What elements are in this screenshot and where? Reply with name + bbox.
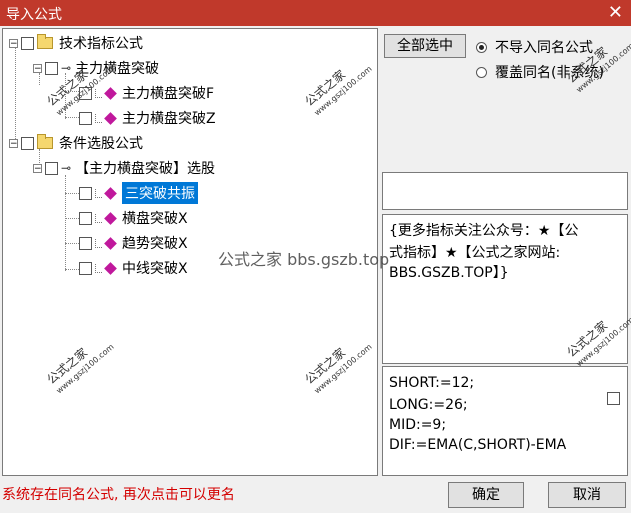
formula-icon — [104, 111, 117, 125]
window-title: 导入公式 — [6, 7, 62, 23]
tree-node-label: 主力横盘突破Z — [122, 111, 216, 127]
checkbox[interactable] — [79, 111, 92, 125]
checkbox[interactable] — [21, 136, 34, 150]
checkbox[interactable] — [79, 211, 92, 225]
folder-icon — [37, 134, 53, 149]
checkbox[interactable] — [79, 186, 92, 200]
collapse-icon[interactable]: − — [9, 138, 18, 148]
tree-node-trend-breakout[interactable]: 趋势突破X — [79, 233, 188, 253]
name-input[interactable] — [382, 172, 628, 210]
branch-icon — [95, 263, 102, 273]
info-line: 式指标】★【公式之家网站: — [389, 245, 561, 261]
formula-icon — [104, 236, 117, 250]
tree-node-tech-formulas[interactable]: − 技术指标公式 — [9, 33, 143, 53]
radio-selected-icon[interactable] — [476, 41, 487, 53]
tree-node-triple-breakout[interactable]: 三突破共振 — [79, 182, 198, 204]
tree-connector — [65, 175, 66, 271]
tree-node-horizontal-breakout[interactable]: 横盘突破X — [79, 208, 188, 228]
select-all-button[interactable]: 全部选中 — [384, 34, 466, 58]
site-watermark: 公式之家 bbs.gszb.top — [218, 250, 390, 269]
tree-node-selection-group[interactable]: − ⊸ 【主力横盘突破】选股 — [33, 158, 215, 178]
tree-node-label: 【主力横盘突破】选股 — [75, 161, 216, 177]
code-checkbox[interactable] — [607, 392, 620, 405]
code-line: DIF:=EMA(C,SHORT)-EMA — [389, 437, 567, 453]
formula-icon — [104, 261, 117, 275]
radio-label: 不导入同名公式 — [495, 40, 593, 56]
collapse-icon[interactable]: − — [33, 163, 42, 173]
checkbox[interactable] — [45, 61, 58, 75]
code-line: LONG:=26; — [389, 397, 468, 413]
info-line: BBS.GSZB.TOP】} — [389, 265, 509, 281]
formula-icon — [104, 186, 117, 200]
tree-node-midline-breakout[interactable]: 中线突破X — [79, 258, 188, 278]
tree-connector — [65, 243, 79, 244]
branch-icon — [95, 238, 102, 248]
tree-node-stock-selection[interactable]: − 条件选股公式 — [9, 133, 143, 153]
tree-connector — [65, 193, 79, 194]
radio-skip-duplicates[interactable]: 不导入同名公式 — [476, 37, 593, 57]
tree-connector — [65, 269, 79, 270]
tree-node-label: 主力横盘突破F — [122, 86, 215, 102]
watermark: 公式之家 www.gszj100.com — [302, 64, 374, 118]
tree-node-label: 三突破共振 — [122, 182, 198, 204]
tree-connector — [15, 47, 16, 147]
ok-button[interactable]: 确定 — [448, 482, 524, 508]
branch-icon — [95, 188, 102, 198]
code-line: SHORT:=12; — [389, 375, 475, 391]
cancel-button[interactable]: 取消 — [548, 482, 626, 508]
title-bar: 导入公式 ✕ — [0, 0, 631, 26]
checkbox[interactable] — [79, 261, 92, 275]
branch-icon — [95, 213, 102, 223]
tree-node-label: 中线突破X — [122, 261, 188, 277]
key-icon: ⊸ — [61, 61, 72, 75]
formula-icon — [104, 211, 117, 225]
checkbox[interactable] — [79, 236, 92, 250]
checkbox[interactable] — [21, 36, 34, 50]
info-line: {更多指标关注公众号：★【公 — [389, 223, 579, 239]
tree-node-label: 技术指标公式 — [59, 36, 143, 52]
branch-icon — [95, 113, 102, 123]
collapse-icon[interactable]: − — [9, 38, 18, 48]
folder-icon — [37, 34, 53, 49]
checkbox[interactable] — [45, 161, 58, 175]
collapse-icon[interactable]: − — [33, 63, 42, 73]
code-line: MID:=9; — [389, 417, 447, 433]
tree-node-formula-z[interactable]: 主力横盘突破Z — [79, 108, 216, 128]
formula-code-preview: SHORT:=12; LONG:=26; MID:=9; DIF:=EMA(C,… — [382, 366, 628, 476]
watermark: 公式之家 www.gszj100.com — [302, 342, 374, 396]
tree-node-label: 横盘突破X — [122, 211, 188, 227]
tree-connector — [65, 117, 79, 118]
formula-icon — [104, 86, 117, 100]
watermark: 公式之家 www.gszj100.com — [44, 342, 116, 396]
tree-node-label: 条件选股公式 — [59, 136, 143, 152]
key-icon: ⊸ — [61, 161, 72, 175]
radio-unselected-icon[interactable] — [476, 66, 487, 78]
close-icon[interactable]: ✕ — [608, 2, 623, 23]
tree-connector — [65, 218, 79, 219]
status-message: 系统存在同名公式, 再次点击可以更名 — [2, 487, 235, 503]
tree-node-label: 趋势突破X — [122, 236, 188, 252]
